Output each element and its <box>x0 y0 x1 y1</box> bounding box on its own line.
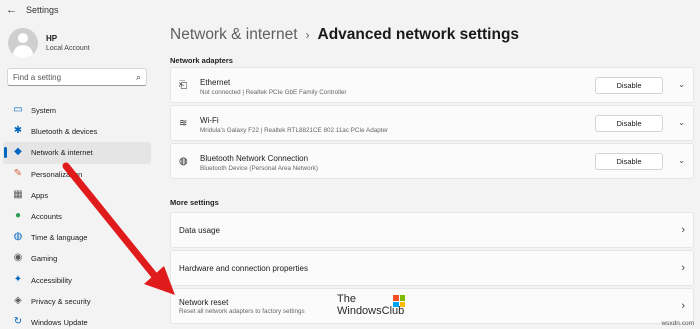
page-title: Advanced network settings <box>317 26 520 43</box>
sidebar: HP Local Account ⌕ ▭ System ✱ Bluetooth & d… <box>0 22 160 329</box>
sidebar-item-windows-update[interactable]: ↻ Windows Update <box>3 312 151 329</box>
ethernet-icon: ⎗ <box>179 80 187 91</box>
windows-logo-icon <box>393 295 405 307</box>
chevron-right-icon[interactable]: › <box>681 224 685 236</box>
row-title: Data usage <box>179 226 220 235</box>
adapter-wifi[interactable]: ≋ Wi-Fi Mridula's Galaxy F22 | Realtek R… <box>170 105 694 141</box>
sidebar-item-label: Network & internet <box>31 148 93 158</box>
brush-icon: ✎ <box>13 167 23 179</box>
adapter-subtitle: Bluetooth Device (Personal Area Network) <box>200 165 318 172</box>
sidebar-item-label: Time & language <box>31 233 88 243</box>
data-usage-row[interactable]: Data usage › <box>170 212 694 248</box>
sidebar-item-accounts[interactable]: ● Accounts <box>3 206 151 227</box>
adapter-title: Wi-Fi <box>200 116 219 125</box>
search-input[interactable] <box>13 71 125 83</box>
back-arrow-icon[interactable]: ← <box>6 4 17 16</box>
breadcrumb-separator: › <box>305 28 310 42</box>
globe-icon: ◍ <box>179 156 188 167</box>
nav-list: ▭ System ✱ Bluetooth & devices ◆ Network & in… <box>0 100 160 329</box>
monitor-icon: ▭ <box>13 104 23 115</box>
chevron-down-icon[interactable]: ⌄ <box>678 156 685 165</box>
sidebar-item-label: Accessibility <box>31 275 72 285</box>
shield-icon: ◈ <box>14 294 22 306</box>
chevron-right-icon[interactable]: › <box>681 262 685 274</box>
watermark: The WindowsClub <box>337 293 417 325</box>
row-subtitle: Reset all network adapters to factory se… <box>179 308 305 315</box>
user-account-type: Local Account <box>46 45 90 52</box>
disable-ethernet-button[interactable]: Disable <box>595 77 663 94</box>
user-profile[interactable]: HP Local Account <box>8 28 158 62</box>
hardware-properties-row[interactable]: Hardware and connection properties › <box>170 250 694 286</box>
adapter-title: Ethernet <box>200 78 231 87</box>
apps-icon: ▦ <box>13 188 23 200</box>
breadcrumb-parent[interactable]: Network & internet <box>170 26 298 43</box>
network-reset-row[interactable]: Network reset Reset all network adapters… <box>170 288 694 324</box>
bluetooth-icon: ✱ <box>13 125 23 137</box>
network-adapters-heading: Network adapters <box>170 56 233 65</box>
sidebar-item-label: Windows Update <box>31 317 88 327</box>
user-name: HP <box>46 34 58 43</box>
sidebar-item-label: Privacy & security <box>31 296 91 306</box>
chevron-down-icon[interactable]: ⌄ <box>678 118 685 127</box>
title-bar: ← Settings <box>0 0 700 22</box>
breadcrumb: Network & internet › Advanced network sett… <box>170 26 519 44</box>
disable-bluetooth-button[interactable]: Disable <box>595 153 663 170</box>
search-icon[interactable]: ⌕ <box>136 72 141 83</box>
controller-icon: ◉ <box>13 252 23 264</box>
app-title: Settings <box>26 5 59 15</box>
chevron-right-icon[interactable]: › <box>681 300 685 312</box>
adapter-title: Bluetooth Network Connection <box>200 154 309 163</box>
disable-wifi-button[interactable]: Disable <box>595 115 663 132</box>
sidebar-item-accessibility[interactable]: ✦ Accessibility <box>3 270 151 291</box>
sidebar-item-label: Gaming <box>31 254 58 264</box>
sidebar-item-time-language[interactable]: ◍ Time & language <box>3 227 151 248</box>
chevron-down-icon[interactable]: ⌄ <box>678 80 685 89</box>
more-settings-heading: More settings <box>170 198 219 207</box>
row-title: Network reset <box>179 298 229 307</box>
search-box[interactable]: ⌕ <box>7 68 147 86</box>
sidebar-item-system[interactable]: ▭ System <box>3 100 151 121</box>
sidebar-item-privacy-security[interactable]: ◈ Privacy & security <box>3 291 151 312</box>
adapter-subtitle: Mridula's Galaxy F22 | Realtek RTL8821CE… <box>200 127 389 134</box>
sidebar-item-network-internet[interactable]: ◆ Network & internet <box>3 142 151 164</box>
update-icon: ↻ <box>13 315 23 327</box>
wifi-icon: ≋ <box>179 118 188 129</box>
sidebar-item-gaming[interactable]: ◉ Gaming <box>3 248 151 269</box>
sidebar-item-personalization[interactable]: ✎ Personalization <box>3 164 151 185</box>
sidebar-item-label: Apps <box>31 190 49 200</box>
avatar <box>8 28 38 58</box>
accessibility-icon: ✦ <box>13 273 23 285</box>
sidebar-item-label: Personalization <box>31 169 83 179</box>
adapter-subtitle: Not connected | Realtek PCIe GbE Family … <box>200 89 347 96</box>
sidebar-item-label: Accounts <box>31 211 62 221</box>
adapter-bluetooth[interactable]: ◍ Bluetooth Network Connection Bluetooth… <box>170 143 694 179</box>
globe-icon: ◍ <box>13 231 23 243</box>
row-title: Hardware and connection properties <box>179 264 308 273</box>
credit-text: wsxdn.com <box>661 320 694 327</box>
sidebar-item-apps[interactable]: ▦ Apps <box>3 185 151 206</box>
active-indicator <box>4 147 7 159</box>
watermark-line1: The <box>337 293 356 305</box>
adapter-ethernet[interactable]: ⎗ Ethernet Not connected | Realtek PCIe … <box>170 67 694 103</box>
sidebar-item-bluetooth-devices[interactable]: ✱ Bluetooth & devices <box>3 121 151 142</box>
wifi-icon: ◆ <box>14 146 22 158</box>
sidebar-item-label: Bluetooth & devices <box>31 127 98 137</box>
person-icon: ● <box>14 209 22 221</box>
sidebar-item-label: System <box>31 106 57 115</box>
